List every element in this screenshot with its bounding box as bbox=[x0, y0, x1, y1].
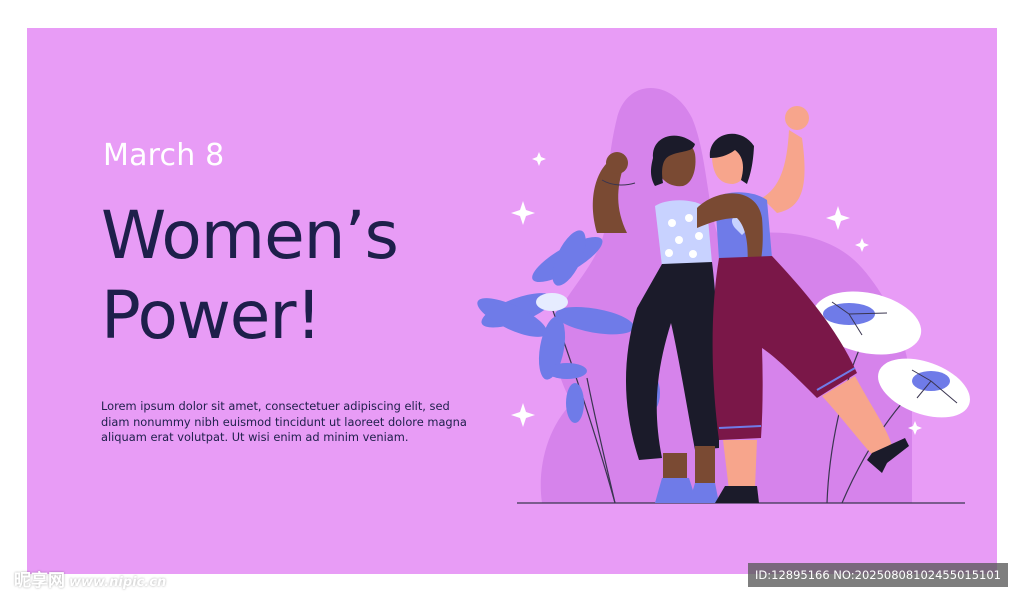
watermark-site: 昵享网 bbox=[14, 571, 65, 591]
date-label: March 8 bbox=[103, 138, 225, 173]
title-line-2: Power! bbox=[101, 277, 322, 354]
watermark-id: ID:12895166 NO:20250808102455015101 bbox=[748, 563, 1008, 587]
women-illustration bbox=[477, 88, 970, 504]
watermark-logo: 昵享网 www.nipic.cn bbox=[14, 566, 166, 591]
title-line-1: Women’s bbox=[101, 197, 399, 274]
watermark-url: www.nipic.cn bbox=[69, 575, 167, 590]
page-title: Women’s Power! bbox=[101, 196, 399, 356]
body-text: Lorem ipsum dolor sit amet, consectetuer… bbox=[101, 399, 467, 444]
banner: March 8 Women’s Power! Lorem ipsum dolor… bbox=[27, 28, 997, 574]
